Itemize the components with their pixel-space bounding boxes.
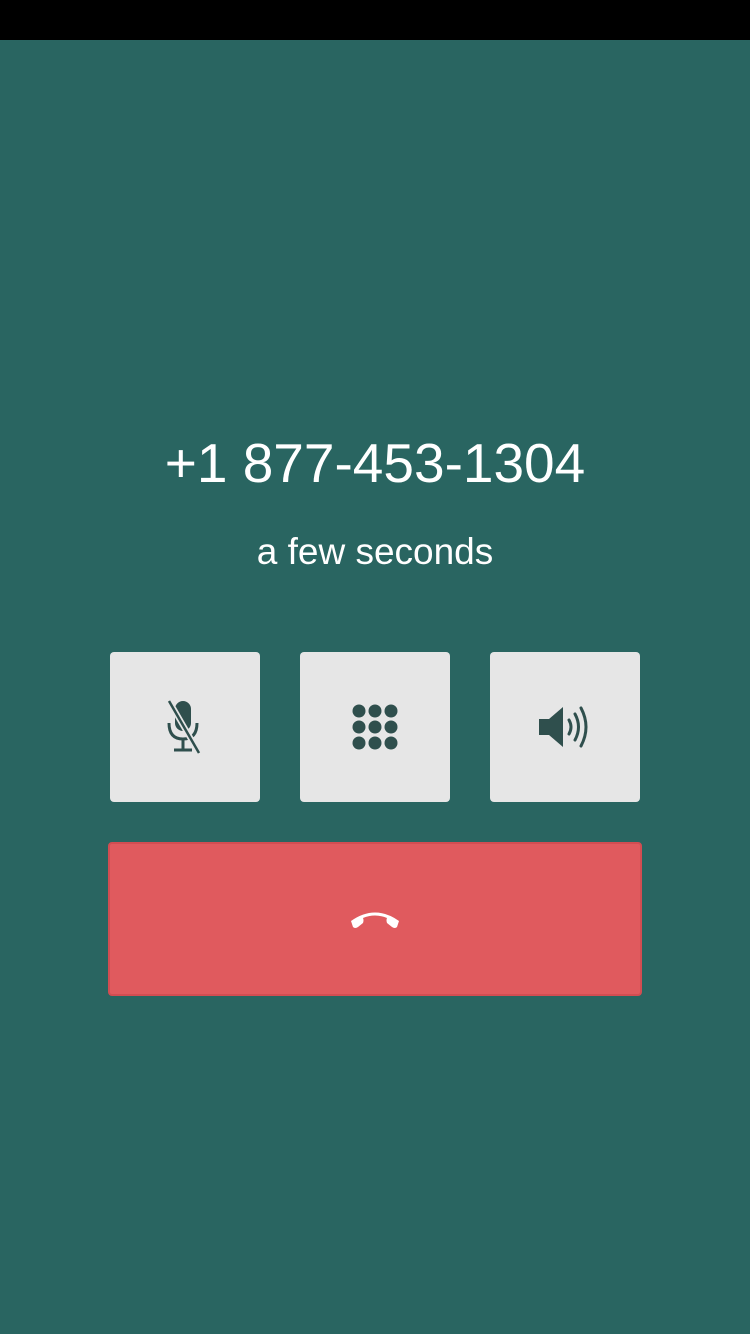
speaker-button[interactable] xyxy=(490,652,640,802)
hangup-button[interactable] xyxy=(108,842,642,996)
dialpad-icon xyxy=(352,704,398,750)
call-duration: a few seconds xyxy=(256,531,494,572)
mute-button[interactable] xyxy=(110,652,260,802)
phone-hangup-icon xyxy=(351,912,399,928)
keypad-button[interactable] xyxy=(300,652,450,802)
caller-number: +1 877-453-1304 xyxy=(164,432,586,494)
microphone-muted-icon xyxy=(166,699,202,755)
status-bar xyxy=(0,0,750,40)
speaker-volume-icon xyxy=(539,706,588,748)
